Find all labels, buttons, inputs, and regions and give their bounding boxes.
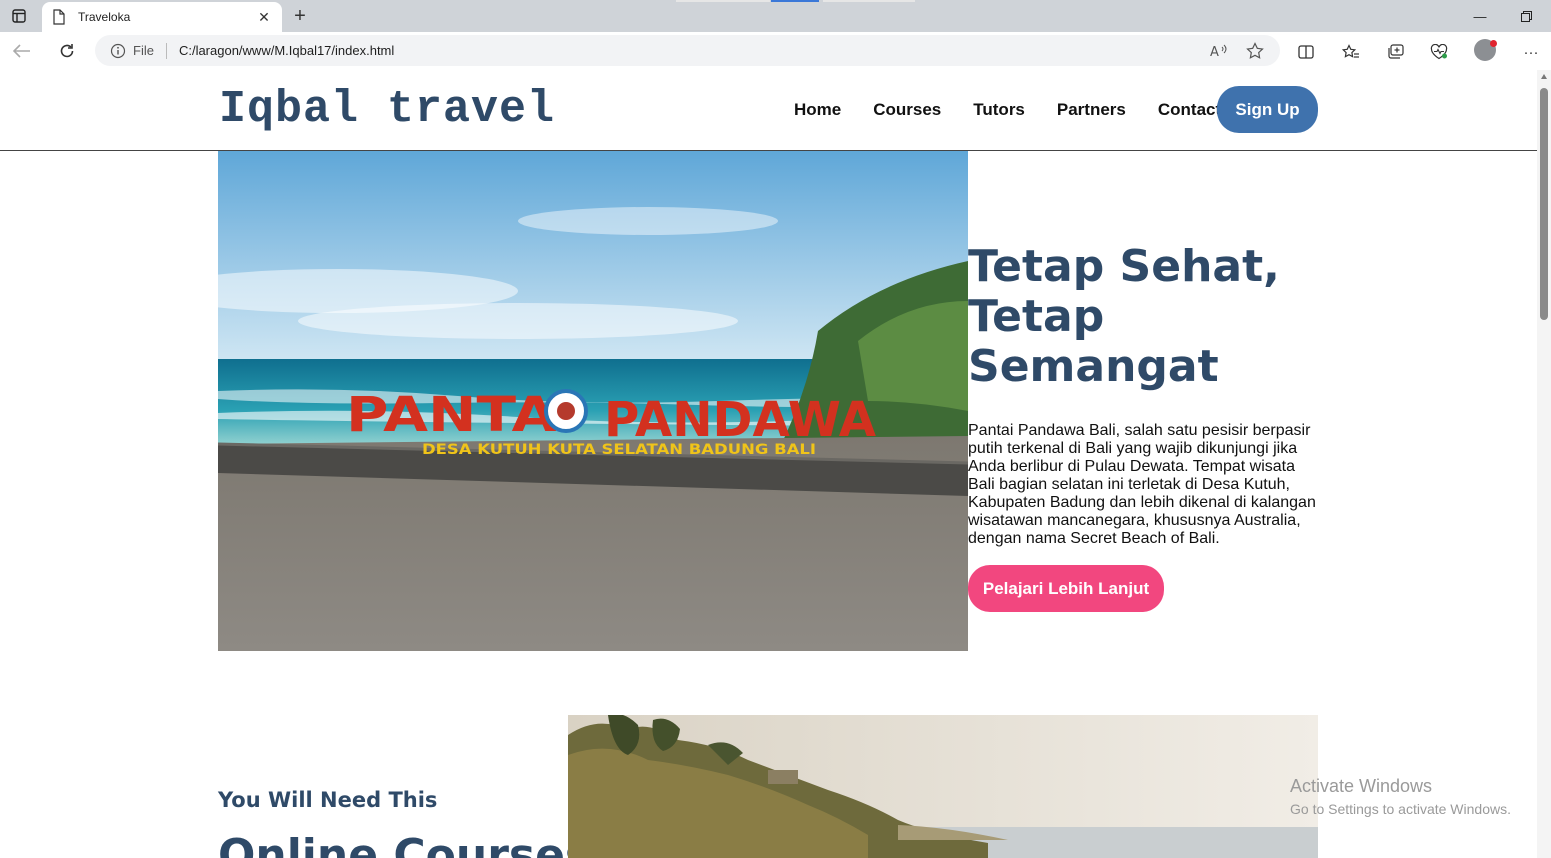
- browser-tab-active[interactable]: Traveloka ✕: [42, 2, 282, 32]
- info-icon[interactable]: [109, 42, 127, 60]
- new-tab-icon[interactable]: +: [290, 6, 310, 26]
- sign-pandawa: PANDAWA: [604, 392, 876, 448]
- browser-essentials-icon[interactable]: [1428, 41, 1450, 63]
- nav-partners[interactable]: Partners: [1057, 100, 1126, 120]
- address-bar[interactable]: File C:/laragon/www/M.Iqbal17/index.html…: [95, 35, 1280, 66]
- watermark-line1: Activate Windows: [1290, 776, 1433, 796]
- hero-photo: PANTAI PANDAWA DESA KUTUH KUTA SELATAN B…: [218, 151, 968, 651]
- notification-dot: [1490, 40, 1497, 47]
- windows-activation-watermark: Activate Windows Go to Settings to activ…: [1290, 776, 1511, 817]
- hero-content: Tetap Sehat, Tetap Semangat Pantai Panda…: [968, 242, 1318, 612]
- sign-up-button[interactable]: Sign Up: [1217, 86, 1318, 133]
- back-icon[interactable]: [10, 40, 34, 62]
- close-icon[interactable]: ✕: [256, 9, 272, 25]
- nav-courses[interactable]: Courses: [873, 100, 941, 120]
- learn-more-button[interactable]: Pelajari Lebih Lanjut: [968, 565, 1164, 612]
- nav-contact[interactable]: Contact: [1158, 100, 1221, 120]
- split-screen-icon[interactable]: [1295, 41, 1317, 63]
- tab-actions-icon[interactable]: [8, 6, 30, 26]
- site-logo[interactable]: Iqbal travel: [219, 84, 555, 135]
- address-url[interactable]: C:/laragon/www/M.Iqbal17/index.html: [179, 43, 1194, 58]
- browser-toolbar: File C:/laragon/www/M.Iqbal17/index.html…: [0, 32, 1551, 70]
- restore-icon[interactable]: [1516, 6, 1536, 26]
- read-aloud-icon[interactable]: A: [1208, 40, 1230, 62]
- sign-subtitle: DESA KUTUH KUTA SELATAN BADUNG BALI: [422, 442, 816, 458]
- hero-title: Tetap Sehat, Tetap Semangat: [968, 241, 1280, 392]
- section-subheading: You Will Need This: [218, 788, 438, 812]
- nav-home[interactable]: Home: [794, 100, 841, 120]
- section-title: Online Courses: [218, 830, 592, 858]
- address-scheme: File: [133, 43, 154, 58]
- scroll-up-arrow-icon[interactable]: [1541, 74, 1547, 79]
- vertical-scrollbar[interactable]: [1537, 70, 1551, 858]
- scroll-thumb[interactable]: [1540, 88, 1548, 320]
- collections-icon[interactable]: [1385, 41, 1407, 63]
- address-divider: [165, 42, 167, 59]
- refresh-icon[interactable]: [55, 40, 79, 62]
- page-icon: [52, 9, 66, 25]
- browser-tab-bar: Traveloka ✕ + —: [0, 0, 1551, 32]
- nav-tutors[interactable]: Tutors: [973, 100, 1025, 120]
- cliff-photo: [568, 715, 1318, 858]
- watermark-line2: Go to Settings to activate Windows.: [1290, 801, 1511, 817]
- tab-title: Traveloka: [78, 10, 131, 24]
- minimize-icon[interactable]: —: [1470, 6, 1490, 26]
- page-viewport: Iqbal travel Home Courses Tutors Partner…: [0, 70, 1537, 858]
- favorite-star-icon[interactable]: [1244, 40, 1266, 62]
- main-nav: Home Courses Tutors Partners Contact: [778, 87, 1237, 133]
- svg-text:A: A: [1210, 45, 1219, 59]
- favorites-icon[interactable]: [1340, 41, 1362, 63]
- more-menu-icon[interactable]: ···: [1520, 41, 1542, 63]
- tabstrip-indicator: [676, 0, 916, 2]
- site-header: Iqbal travel Home Courses Tutors Partner…: [0, 70, 1537, 151]
- hero-description: Pantai Pandawa Bali, salah satu pesisir …: [968, 422, 1316, 547]
- sign-pantai: PANTAI: [346, 387, 578, 443]
